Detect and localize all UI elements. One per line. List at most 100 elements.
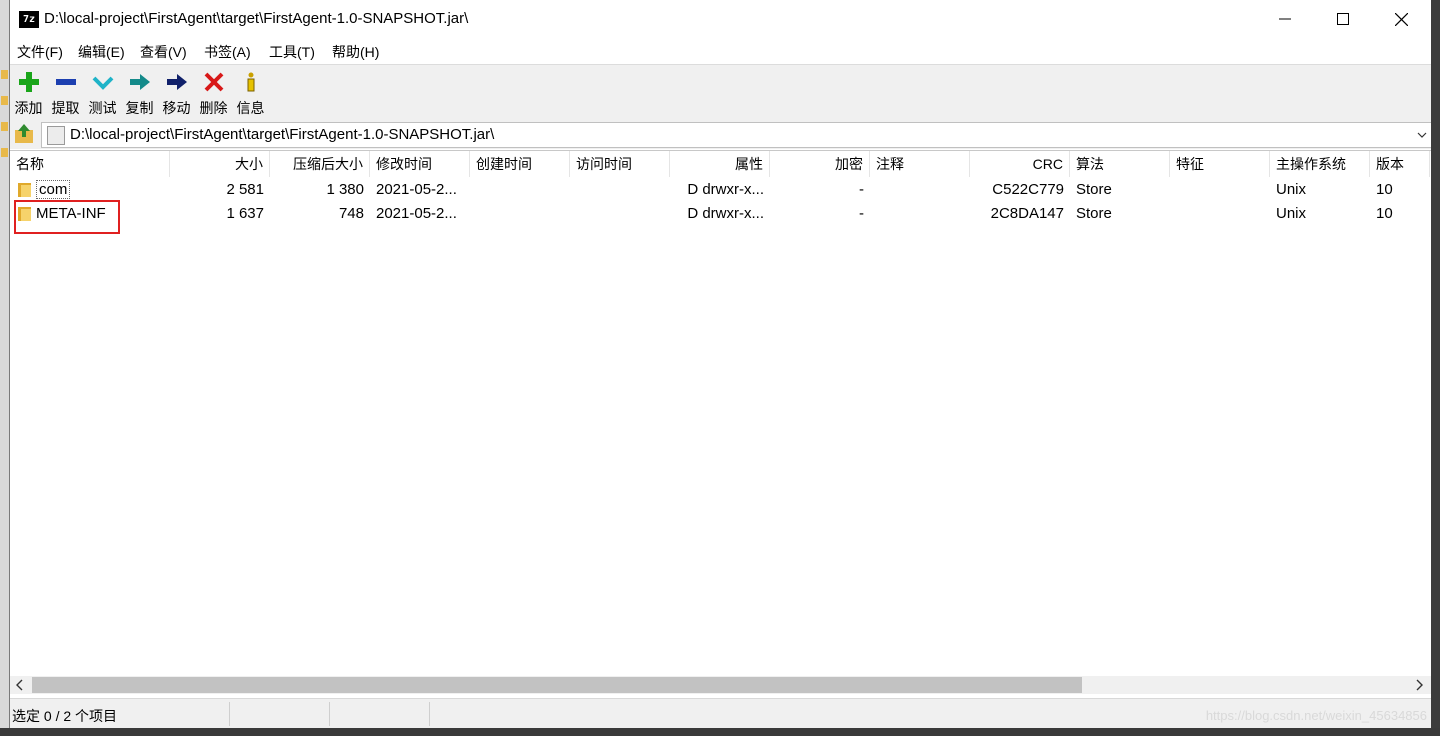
item-name: com <box>10 178 170 202</box>
delete-icon <box>204 72 224 92</box>
background-window-edge <box>0 0 9 736</box>
item-modified: 2021-05-2... <box>376 181 457 198</box>
status-divider <box>329 702 330 726</box>
column-header-characteristics[interactable]: 特征 <box>1170 151 1270 177</box>
window-title: D:\local-project\FirstAgent\target\First… <box>44 10 469 27</box>
item-modified: 2021-05-2... <box>376 205 457 222</box>
scroll-left-button[interactable] <box>12 677 28 693</box>
add-label: 添加 <box>14 100 43 116</box>
archive-window: 7z D:\local-project\FirstAgent\target\Fi… <box>9 0 1432 728</box>
column-header-packed-size[interactable]: 压缩后大小 <box>270 151 370 177</box>
item-attributes: D drwxr-x... <box>687 181 764 198</box>
selection-status: 选定 0 / 2 个项目 <box>12 708 118 724</box>
move-icon <box>167 74 187 90</box>
item-comment <box>870 178 970 202</box>
scrollbar-thumb[interactable] <box>32 677 1082 693</box>
column-header-crc[interactable]: CRC <box>970 151 1070 177</box>
item-encrypted: - <box>859 205 864 222</box>
chevron-down-icon <box>1417 132 1427 138</box>
annotation-highlight-box <box>14 200 120 234</box>
delete-label: 删除 <box>199 100 228 116</box>
move-button[interactable]: 移动 <box>158 68 195 118</box>
path-text: D:\local-project\FirstAgent\target\First… <box>70 126 495 143</box>
item-encrypted: - <box>859 181 864 198</box>
folder-icon <box>1 96 8 105</box>
path-dropdown-button[interactable] <box>1415 127 1429 143</box>
test-button[interactable]: 测试 <box>84 68 121 118</box>
item-version: 10 <box>1376 181 1393 198</box>
item-attributes: D drwxr-x... <box>687 205 764 222</box>
address-bar: D:\local-project\FirstAgent\target\First… <box>10 119 1431 149</box>
extract-button[interactable]: 提取 <box>47 68 84 118</box>
add-button[interactable]: 添加 <box>10 68 47 118</box>
horizontal-scrollbar[interactable] <box>10 676 1431 694</box>
column-header-host-os[interactable]: 主操作系统 <box>1270 151 1370 177</box>
menu-file[interactable]: 文件(F) <box>17 42 63 62</box>
list-item-com[interactable]: com 2 581 1 380 2021-05-2... D drwxr-x..… <box>10 178 1431 202</box>
close-icon <box>1394 12 1408 26</box>
item-created <box>470 202 570 226</box>
list-item-meta-inf[interactable]: META-INF 1 637 748 2021-05-2... D drwxr-… <box>10 202 1431 226</box>
file-list[interactable]: 名称 大小 压缩后大小 修改时间 创建时间 访问时间 属性 加密 注释 CRC … <box>10 150 1431 677</box>
menu-edit[interactable]: 编辑(E) <box>78 42 125 62</box>
item-characteristics <box>1170 202 1270 226</box>
parent-folder-button[interactable] <box>13 123 35 145</box>
item-name-text: com <box>36 180 71 199</box>
desktop-background-bottom <box>0 728 1440 736</box>
close-button[interactable] <box>1372 0 1430 38</box>
folder-up-icon <box>15 124 33 143</box>
desktop-background <box>1431 0 1440 736</box>
column-header-comment[interactable]: 注释 <box>870 151 970 177</box>
info-label: 信息 <box>236 100 265 116</box>
test-icon <box>92 76 114 90</box>
chevron-right-icon <box>1416 679 1423 691</box>
item-packed-size: 1 380 <box>326 181 364 198</box>
menu-bookmarks[interactable]: 书签(A) <box>204 42 251 62</box>
menu-bar: 文件(F) 编辑(E) 查看(V) 书签(A) 工具(T) 帮助(H) <box>10 38 1431 64</box>
menu-tools[interactable]: 工具(T) <box>269 42 315 62</box>
extract-label: 提取 <box>51 100 80 116</box>
path-combobox[interactable]: D:\local-project\FirstAgent\target\First… <box>41 122 1431 148</box>
column-header-name[interactable]: 名称 <box>10 151 170 177</box>
maximize-button[interactable] <box>1314 0 1372 38</box>
menu-help[interactable]: 帮助(H) <box>332 42 379 62</box>
status-bar: 选定 0 / 2 个项目 https://blog.csdn.net/weixi… <box>10 698 1431 728</box>
menu-view[interactable]: 查看(V) <box>140 42 187 62</box>
item-accessed <box>570 178 670 202</box>
column-header-encrypted[interactable]: 加密 <box>770 151 870 177</box>
item-comment <box>870 202 970 226</box>
column-header-method[interactable]: 算法 <box>1070 151 1170 177</box>
item-size: 2 581 <box>226 181 264 198</box>
column-header-attributes[interactable]: 属性 <box>670 151 770 177</box>
column-header-size[interactable]: 大小 <box>170 151 270 177</box>
column-header-accessed[interactable]: 访问时间 <box>570 151 670 177</box>
title-bar[interactable]: 7z D:\local-project\FirstAgent\target\Fi… <box>10 0 1431 38</box>
test-label: 测试 <box>88 100 117 116</box>
item-host-os: Unix <box>1276 205 1307 222</box>
delete-button[interactable]: 删除 <box>195 68 232 118</box>
status-divider <box>429 702 430 726</box>
folder-icon <box>1 148 8 157</box>
item-accessed <box>570 202 670 226</box>
archive-file-icon <box>47 126 65 145</box>
scroll-right-button[interactable] <box>1411 677 1427 693</box>
column-header-version[interactable]: 版本 <box>1370 151 1430 177</box>
info-icon <box>247 72 255 92</box>
minimize-button[interactable] <box>1256 0 1314 38</box>
item-host-os: Unix <box>1276 181 1307 198</box>
item-method: Store <box>1076 181 1112 198</box>
item-size: 1 637 <box>226 205 264 222</box>
status-divider <box>229 702 230 726</box>
item-crc: C522C779 <box>992 181 1064 198</box>
maximize-icon <box>1337 13 1349 25</box>
chevron-left-icon <box>16 679 23 691</box>
copy-button[interactable]: 复制 <box>121 68 158 118</box>
info-button[interactable]: 信息 <box>232 68 269 118</box>
minimize-icon <box>1279 18 1291 20</box>
add-icon <box>19 72 39 92</box>
column-header-modified[interactable]: 修改时间 <box>370 151 470 177</box>
move-label: 移动 <box>162 100 191 116</box>
extract-icon <box>56 79 76 85</box>
column-header-created[interactable]: 创建时间 <box>470 151 570 177</box>
item-method: Store <box>1076 205 1112 222</box>
